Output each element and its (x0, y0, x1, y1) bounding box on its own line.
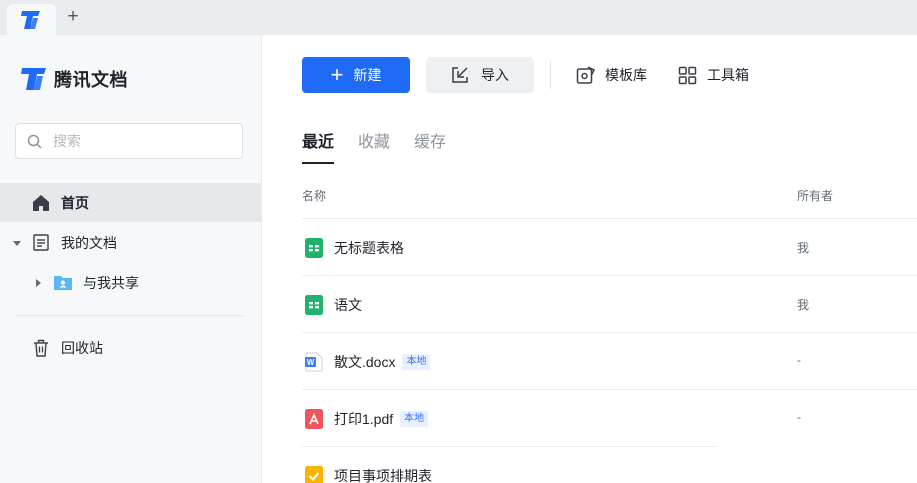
sidebar-divider (15, 315, 243, 316)
file-name: 无标题表格 (334, 240, 404, 256)
caret-right-icon[interactable] (33, 278, 43, 288)
sheet-icon (305, 238, 323, 258)
file-name: 项目事项排期表 (334, 468, 432, 483)
sidebar: 腾讯文档 搜索 首页 我的文档 与我共享 回收站 (0, 35, 262, 483)
sidebar-item-home[interactable]: 首页 (0, 183, 261, 222)
file-row[interactable]: 无标题表格 我 (302, 218, 917, 275)
sidebar-item-label: 首页 (61, 194, 89, 211)
tencent-docs-logo-icon (21, 11, 40, 29)
file-owner: - (797, 353, 801, 367)
tab-cache[interactable]: 缓存 (414, 128, 446, 164)
sidebar-item-my-docs[interactable]: 我的文档 (0, 223, 261, 262)
shared-folder-icon (54, 276, 72, 290)
template-library-button[interactable]: 模板库 (576, 65, 647, 85)
file-tabs: 最近 收藏 缓存 (302, 128, 470, 164)
svg-text:W: W (307, 358, 315, 367)
new-button-label: 新建 (353, 67, 382, 83)
trash-icon (34, 339, 48, 357)
main-toolbar: + 新建 导入 模板库 工具箱 (302, 57, 749, 93)
file-name: 散文.docx 本地 (334, 352, 431, 372)
sidebar-item-label: 与我共享 (83, 274, 139, 291)
plus-icon: + (330, 62, 344, 87)
template-icon (576, 65, 595, 84)
document-icon (33, 234, 49, 251)
file-name: 打印1.pdf 本地 (334, 409, 429, 429)
file-row[interactable]: 语文 我 (302, 275, 917, 332)
pdf-icon (305, 409, 323, 429)
local-badge: 本地 (402, 354, 431, 370)
tab-recent[interactable]: 最近 (302, 128, 335, 164)
sidebar-item-label: 回收站 (61, 339, 103, 356)
column-header-name[interactable]: 名称 (302, 187, 326, 204)
word-icon: W (305, 352, 323, 372)
import-button[interactable]: 导入 (426, 57, 534, 93)
brand: 腾讯文档 (20, 65, 128, 93)
file-row[interactable]: 项目事项排期表 (302, 446, 716, 483)
file-row[interactable]: 打印1.pdf 本地 - (302, 389, 917, 446)
file-owner: 我 (797, 298, 810, 312)
toolbox-label: 工具箱 (707, 67, 749, 83)
local-badge: 本地 (400, 411, 429, 427)
file-owner: 我 (797, 241, 810, 255)
tencent-docs-logo-icon (21, 68, 46, 90)
sidebar-item-shared[interactable]: 与我共享 (0, 263, 261, 302)
template-library-label: 模板库 (605, 67, 647, 83)
tab-favorites[interactable]: 收藏 (358, 128, 390, 164)
app-tab[interactable] (7, 4, 56, 35)
toolbar-divider (550, 61, 551, 89)
import-icon (452, 67, 468, 83)
sheet-icon (305, 295, 323, 315)
import-button-label: 导入 (481, 67, 509, 83)
task-icon (305, 466, 323, 483)
file-row[interactable]: W 散文.docx 本地 - (302, 332, 917, 389)
sidebar-item-trash[interactable]: 回收站 (0, 328, 261, 367)
new-button[interactable]: + 新建 (302, 57, 410, 93)
home-icon (33, 194, 49, 211)
search-placeholder: 搜索 (53, 133, 81, 149)
file-owner: - (797, 410, 801, 424)
toolbox-button[interactable]: 工具箱 (678, 65, 749, 85)
file-name: 语文 (334, 297, 362, 313)
search-icon (27, 134, 42, 149)
new-tab-button[interactable]: + (64, 7, 82, 27)
browser-tab-strip: + (0, 0, 917, 35)
brand-name: 腾讯文档 (54, 70, 128, 90)
column-header-owner[interactable]: 所有者 (797, 187, 833, 204)
sidebar-item-label: 我的文档 (61, 234, 117, 251)
toolbox-grid-icon (678, 66, 697, 84)
search-input[interactable]: 搜索 (15, 123, 243, 159)
caret-down-icon[interactable] (12, 238, 22, 248)
